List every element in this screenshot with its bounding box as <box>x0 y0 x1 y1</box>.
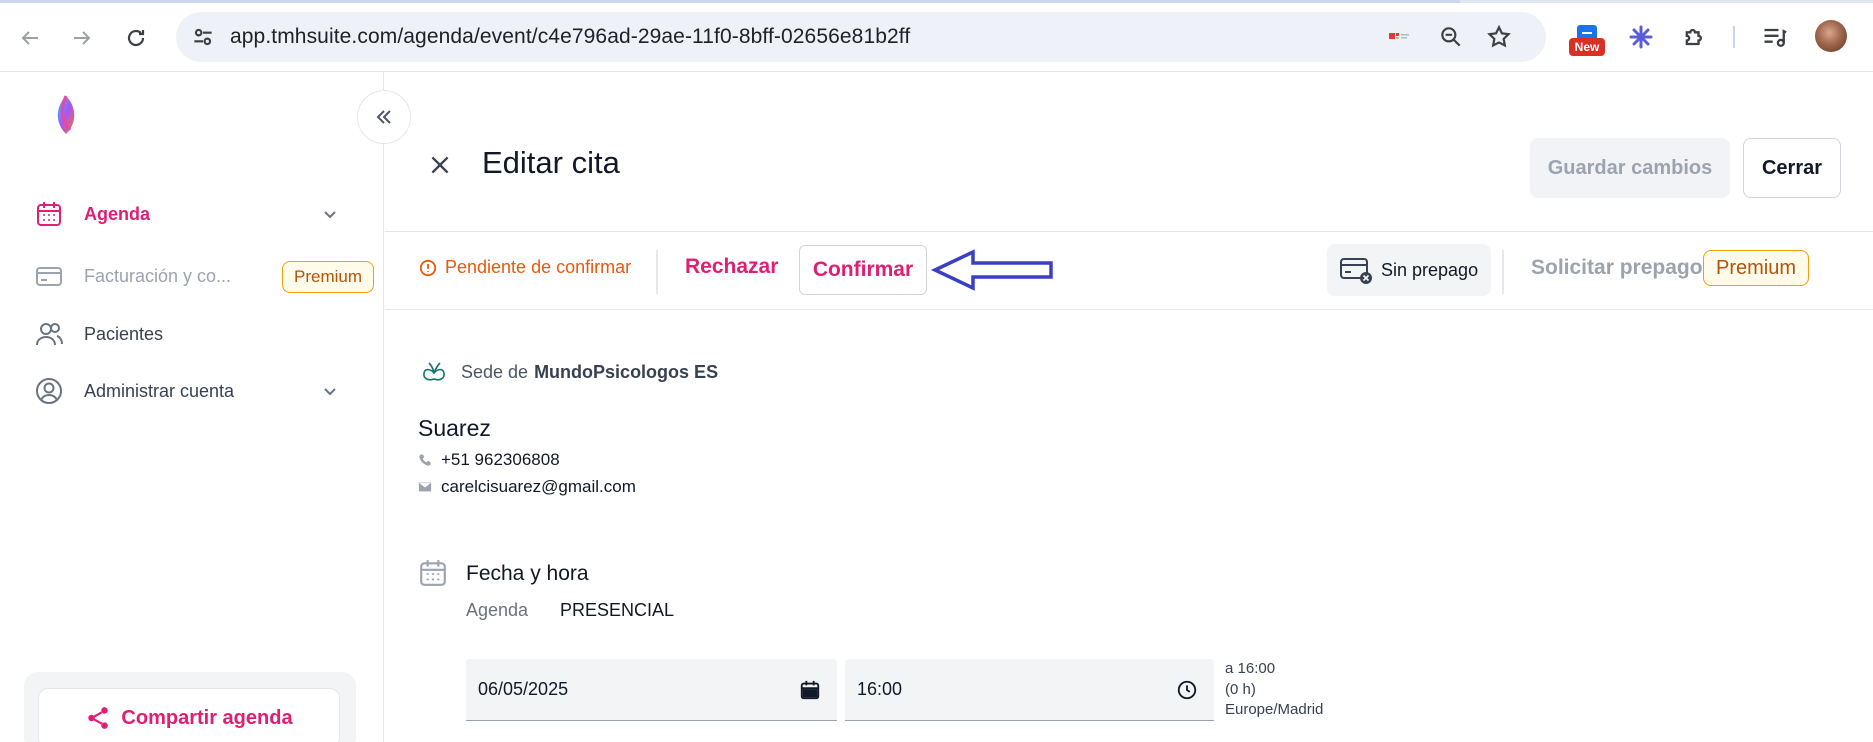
time-value: 16:00 <box>857 679 903 699</box>
card-x-icon <box>1340 258 1372 284</box>
user-circle-icon <box>34 376 64 406</box>
collapse-sidebar-button[interactable] <box>357 90 411 144</box>
butterfly-icon <box>423 362 445 381</box>
sparkle-extension-icon[interactable] <box>1624 20 1658 54</box>
premium-badge: Premium <box>282 261 375 293</box>
credit-card-icon <box>34 261 64 291</box>
clock-icon[interactable] <box>1176 679 1198 701</box>
annotation-arrow-icon <box>930 249 1053 291</box>
profile-avatar[interactable] <box>1815 20 1847 52</box>
request-prepayment-button[interactable]: Solicitar prepago <box>1531 256 1703 280</box>
premium-badge: Premium <box>1703 250 1810 286</box>
app-logo <box>57 95 75 134</box>
prepayment-status-text: Sin prepago <box>1381 259 1479 280</box>
users-icon <box>34 319 64 349</box>
patient-name: Suarez <box>418 415 491 441</box>
url-text[interactable]: app.tmhsuite.com/agenda/event/c4e796ad-2… <box>230 25 910 49</box>
media-queue-icon[interactable] <box>1758 20 1792 54</box>
actions-separator <box>656 250 658 294</box>
status-text: Pendiente de confirmar <box>445 257 632 277</box>
sidebar: Agenda Facturación y co... Premium Pacie… <box>0 72 384 742</box>
toolbar-separator <box>1733 26 1735 48</box>
reject-button[interactable]: Rechazar <box>685 255 778 279</box>
address-bar[interactable]: app.tmhsuite.com/agenda/event/c4e796ad-2… <box>176 12 1546 62</box>
prepayment-status-chip: Sin prepago <box>1327 244 1491 296</box>
location-row: Sede de MundoPsicologos ES <box>419 357 718 387</box>
timezone-text: Europe/Madrid <box>1225 701 1324 718</box>
share-agenda-panel: Compartir agenda <box>24 672 356 742</box>
site-settings-icon[interactable] <box>190 24 216 50</box>
sidebar-item-facturacion[interactable]: Facturación y co... Premium <box>34 256 375 296</box>
confirm-button[interactable]: Confirmar <box>799 245 927 295</box>
close-button[interactable]: Cerrar <box>1743 138 1841 198</box>
share-agenda-button[interactable]: Compartir agenda <box>38 688 340 742</box>
forward-icon[interactable] <box>62 18 102 58</box>
location-name: MundoPsicologos ES <box>534 361 719 382</box>
calendar-icon <box>420 560 446 586</box>
edit-appointment-panel: Editar cita Guardar cambios Cerrar Pendi… <box>385 72 1873 742</box>
share-icon <box>88 707 109 729</box>
mail-icon <box>418 482 432 492</box>
header-divider <box>385 231 1873 232</box>
new-badge: New <box>1569 38 1605 56</box>
chevron-down-icon[interactable] <box>320 204 340 224</box>
sidebar-item-administrar-cuenta[interactable]: Administrar cuenta <box>34 371 354 411</box>
duration-text: (0 h) <box>1225 681 1256 698</box>
agenda-label: Agenda <box>466 600 529 620</box>
browser-toolbar: app.tmhsuite.com/agenda/event/c4e796ad-2… <box>0 0 1873 72</box>
date-time-section-title: Fecha y hora <box>466 562 589 585</box>
time-field[interactable]: 16:00 <box>845 659 1214 721</box>
reload-icon[interactable] <box>116 18 156 58</box>
agenda-value: PRESENCIAL <box>560 600 675 620</box>
page-title: Editar cita <box>482 145 620 180</box>
patient-email[interactable]: carelcisuarez@gmail.com <box>441 477 636 497</box>
patient-phone-row: +51 962306808 <box>418 450 560 470</box>
phone-icon <box>419 454 431 466</box>
sidebar-item-label: Agenda <box>84 203 151 224</box>
status-badge: Pendiente de confirmar <box>419 257 631 278</box>
patient-email-row: carelcisuarez@gmail.com <box>418 477 636 497</box>
calendar-picker-icon[interactable] <box>799 679 821 701</box>
tab-strip-edge <box>0 0 1873 3</box>
back-icon[interactable] <box>10 18 50 58</box>
zoom-icon[interactable] <box>1438 24 1464 50</box>
translate-extension-icon[interactable] <box>1386 24 1412 50</box>
calendar-icon <box>34 199 64 229</box>
sidebar-item-label: Facturación y co... <box>84 265 232 286</box>
chevron-down-icon[interactable] <box>320 381 340 401</box>
sidebar-item-label: Pacientes <box>84 323 164 344</box>
sidebar-item-pacientes[interactable]: Pacientes <box>34 314 354 354</box>
location-prefix: Sede de <box>461 361 529 382</box>
date-field[interactable]: 06/05/2025 <box>466 659 837 721</box>
alert-circle-icon <box>419 259 437 276</box>
end-time-text: a 16:00 <box>1225 660 1276 677</box>
sidebar-item-label: Administrar cuenta <box>84 380 235 401</box>
close-icon[interactable] <box>427 152 453 178</box>
prepago-separator <box>1502 250 1504 294</box>
save-changes-button[interactable]: Guardar cambios <box>1530 138 1730 198</box>
share-agenda-label: Compartir agenda <box>121 706 293 729</box>
date-value: 06/05/2025 <box>478 679 569 699</box>
patient-phone[interactable]: +51 962306808 <box>441 450 560 470</box>
actions-divider <box>385 309 1873 310</box>
bookmark-star-icon[interactable] <box>1486 24 1512 50</box>
chevrons-left-icon <box>376 110 391 124</box>
sidebar-item-agenda[interactable]: Agenda <box>34 194 354 234</box>
extensions-puzzle-icon[interactable] <box>1678 20 1712 54</box>
